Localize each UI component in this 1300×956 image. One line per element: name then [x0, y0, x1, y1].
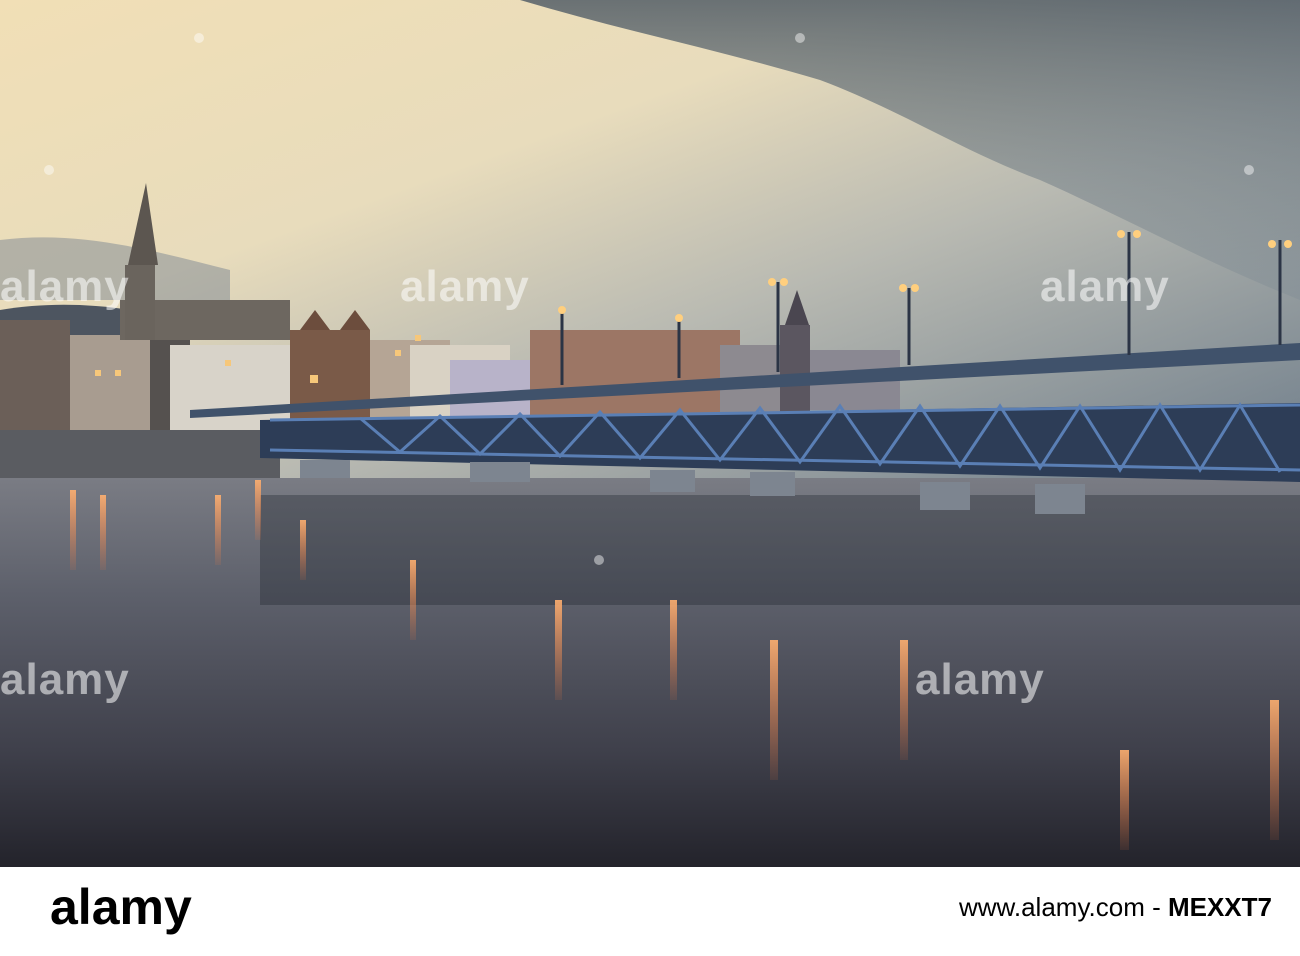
image-id-code: MEXXT7: [1167, 892, 1272, 922]
quay-wall: [0, 430, 280, 478]
image-id-label: www.alamy.com - MEXXT7: [959, 887, 1272, 927]
photo-river-bridge-dusk: [0, 0, 1300, 867]
image-id-prefix: www.alamy.com -: [958, 892, 1168, 922]
watermark-footer: alamy www.alamy.com - MEXXT7: [0, 867, 1300, 956]
stock-photo-frame: alamy alamy alamy alamy alamy alamy www.…: [0, 0, 1300, 956]
alamy-logo: alamy: [50, 879, 192, 935]
